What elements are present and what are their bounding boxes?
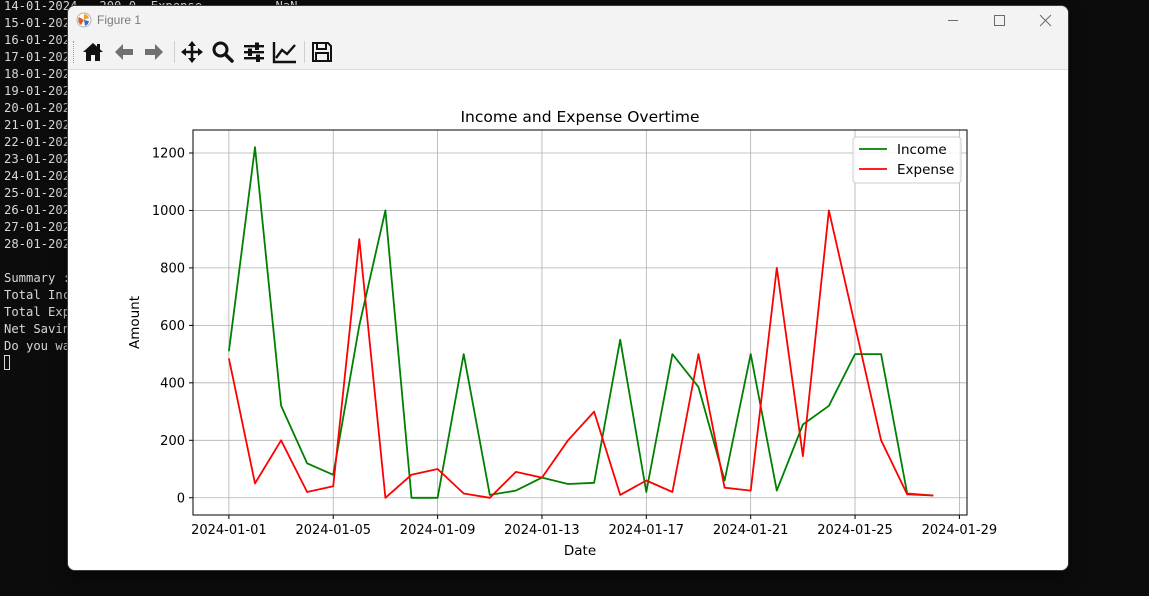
toolbar-separator [174, 41, 175, 63]
y-tick-label: 1000 [152, 204, 185, 219]
forward-button[interactable] [140, 39, 168, 65]
terminal-line: 18-01-202 [4, 67, 71, 81]
terminal-line: 19-01-202 [4, 84, 71, 98]
close-button[interactable] [1022, 6, 1068, 35]
toolbar-separator [304, 41, 305, 63]
toolbar-grip[interactable] [73, 41, 76, 63]
arrow-left-icon [115, 44, 133, 60]
terminal-line: Total Inc [4, 288, 71, 302]
floppy-disk-icon [312, 42, 332, 62]
terminal-line: 24-01-202 [4, 169, 71, 183]
close-icon [1039, 14, 1052, 27]
title-bar[interactable]: Figure 1 [68, 6, 1068, 35]
magnifier-icon [212, 41, 234, 63]
window-title: Figure 1 [97, 13, 142, 27]
terminal-line: Net Savin [4, 322, 71, 336]
maximize-button[interactable] [976, 6, 1022, 35]
terminal-line: 28-01-202 [4, 237, 71, 251]
x-tick-label: 2024-01-17 [609, 523, 685, 538]
y-tick-label: 400 [160, 376, 185, 391]
terminal-line: 25-01-202 [4, 186, 71, 200]
maximize-icon [994, 15, 1005, 26]
arrow-right-icon [145, 44, 163, 60]
legend-label-expense: Expense [897, 162, 954, 178]
chart-line-icon [272, 42, 296, 64]
terminal-line: 17-01-202 [4, 50, 71, 64]
x-tick-label: 2024-01-13 [504, 523, 580, 538]
plot-frame [192, 129, 968, 516]
matplotlib-logo-icon [76, 12, 92, 28]
zoom-button[interactable] [209, 39, 237, 65]
series-line-expense [228, 209, 934, 499]
terminal-line: 20-01-202 [4, 101, 71, 115]
x-tick-label: 2024-01-05 [295, 523, 371, 538]
terminal-line: 16-01-202 [4, 33, 71, 47]
legend-label-income: Income [897, 142, 947, 158]
terminal-line: 23-01-202 [4, 152, 71, 166]
figure-canvas[interactable]: 2024-01-01 2024-01-05 2024-01-09 2024-01-13… [68, 70, 1068, 570]
y-tick-label: 600 [160, 319, 185, 334]
minimize-icon [948, 20, 958, 21]
terminal-line: 22-01-202 [4, 135, 71, 149]
terminal-line: 26-01-202 [4, 203, 71, 217]
subplots-button[interactable] [240, 39, 268, 65]
x-tick-label: 2024-01-29 [922, 523, 998, 538]
sliders-icon [244, 42, 264, 62]
terminal-cursor [4, 355, 10, 370]
home-icon [83, 43, 103, 61]
x-tick-label: 2024-01-21 [713, 523, 789, 538]
terminal-line: Total Exp [4, 305, 71, 319]
x-tick-label: 2024-01-09 [400, 523, 476, 538]
save-button[interactable] [308, 39, 336, 65]
terminal-line: Summary : [4, 271, 71, 285]
y-tick-label: 800 [160, 261, 185, 276]
minimize-button[interactable] [930, 6, 976, 35]
y-axis-label: Amount [127, 296, 143, 349]
edit-axis-button[interactable] [271, 39, 299, 65]
terminal-line: 27-01-202 [4, 220, 71, 234]
figure-window: Figure 1 2024-01-01 2024-01-05 2024-01-0… [68, 6, 1068, 570]
back-button[interactable] [110, 39, 138, 65]
move-icon [181, 41, 203, 63]
home-button[interactable] [79, 39, 107, 65]
y-tick-label: 1200 [152, 146, 185, 161]
line-chart: 2024-01-01 2024-01-05 2024-01-09 2024-01-13… [127, 108, 998, 559]
chart-title: Income and Expense Overtime [460, 108, 699, 126]
navigation-toolbar [68, 35, 1068, 70]
x-tick-label: 2024-01-01 [191, 523, 267, 538]
terminal-line: Do you wa [4, 339, 71, 353]
x-tick-label: 2024-01-25 [817, 523, 893, 538]
pan-button[interactable] [178, 39, 206, 65]
terminal-line: 21-01-202 [4, 118, 71, 132]
y-tick-label: 200 [160, 434, 185, 449]
y-tick-label: 0 [177, 491, 185, 506]
series-line-income [228, 146, 934, 499]
x-axis-label: Date [564, 543, 596, 559]
terminal-line: 15-01-202 [4, 16, 71, 30]
